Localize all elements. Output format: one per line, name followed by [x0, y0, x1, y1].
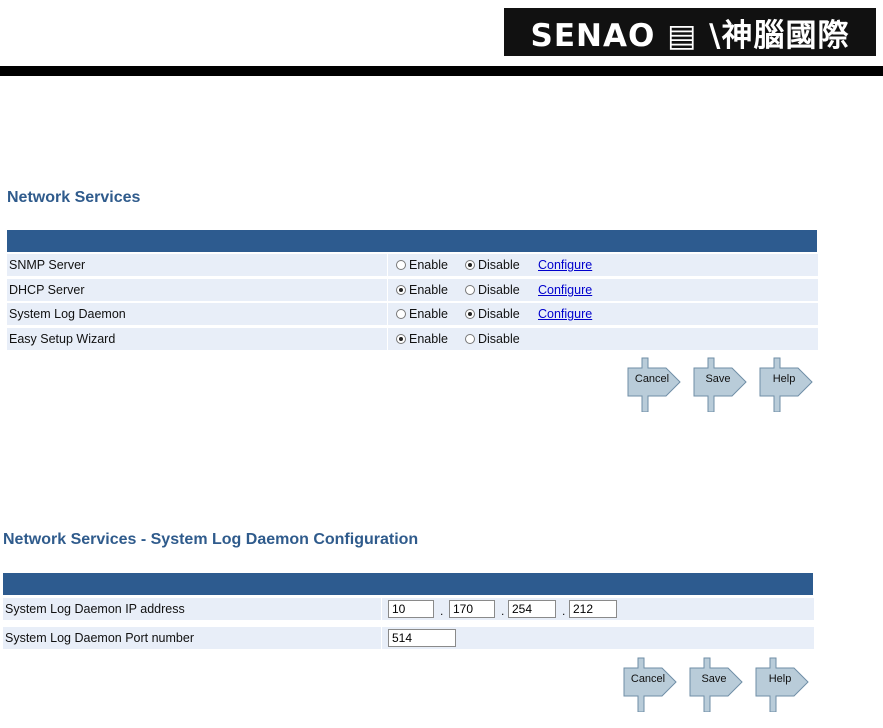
enable-radio-label: Enable	[409, 283, 448, 297]
radio-circle-icon	[396, 285, 406, 295]
enable-radio[interactable]: Enable	[396, 258, 448, 272]
disable-radio-label: Disable	[478, 258, 520, 272]
syslog-port-cell	[381, 627, 814, 649]
configure-link[interactable]: Configure	[538, 283, 592, 297]
service-row-controls: Enable Disable	[387, 328, 818, 350]
enable-radio[interactable]: Enable	[396, 283, 448, 297]
service-row: SNMP Server Enable Disable Configure	[7, 254, 818, 276]
service-row-controls: Enable Disable Configure	[387, 279, 818, 301]
save-button-label: Save	[705, 373, 731, 385]
network-services-header-bar	[7, 230, 817, 252]
cancel-button-label: Cancel	[634, 373, 670, 385]
help-button[interactable]: Help	[756, 356, 814, 412]
syslog-port-label: System Log Daemon Port number	[5, 631, 194, 645]
help-button-label: Help	[768, 673, 792, 685]
service-row: Easy Setup Wizard Enable Disable	[7, 328, 818, 350]
ip-octet-3-input[interactable]	[508, 600, 556, 618]
enable-radio-label: Enable	[409, 332, 448, 346]
radio-circle-icon	[396, 334, 406, 344]
ip-dot-separator: .	[501, 604, 505, 618]
radio-circle-icon	[465, 334, 475, 344]
cancel-button[interactable]: Cancel	[620, 656, 678, 712]
senao-logo: SENAO ▤ \神腦國際	[504, 8, 876, 56]
service-row-label: Easy Setup Wizard	[9, 332, 116, 346]
disable-radio-label: Disable	[478, 283, 520, 297]
disable-radio[interactable]: Disable	[465, 258, 520, 272]
syslog-ip-cell: . . .	[381, 598, 814, 620]
enable-radio-label: Enable	[409, 258, 448, 272]
syslog-config-header-bar	[3, 573, 813, 595]
service-row-label: SNMP Server	[9, 258, 86, 272]
enable-radio[interactable]: Enable	[396, 332, 448, 346]
page-title-network-services: Network Services	[7, 189, 141, 206]
configure-link[interactable]: Configure	[538, 307, 592, 321]
page-title-syslog-config: Network Services - System Log Daemon Con…	[3, 531, 419, 548]
cancel-button[interactable]: Cancel	[624, 356, 682, 412]
radio-circle-icon	[465, 285, 475, 295]
radio-circle-icon	[396, 309, 406, 319]
radio-circle-icon	[465, 309, 475, 319]
cancel-button-label: Cancel	[630, 673, 666, 685]
syslog-port-row: System Log Daemon Port number	[3, 627, 814, 649]
top-divider-bar	[0, 66, 883, 76]
save-button-label: Save	[701, 673, 727, 685]
service-row: DHCP Server Enable Disable Configure	[7, 279, 818, 301]
service-row-label: DHCP Server	[9, 283, 85, 297]
ip-dot-separator: .	[562, 604, 566, 618]
brand-cn-text: 神腦國際	[721, 17, 850, 54]
syslog-ip-label: System Log Daemon IP address	[5, 602, 185, 616]
ip-octet-1-input[interactable]	[388, 600, 434, 618]
disable-radio-label: Disable	[478, 307, 520, 321]
save-button[interactable]: Save	[686, 656, 744, 712]
disable-radio[interactable]: Disable	[465, 283, 520, 297]
disable-radio[interactable]: Disable	[465, 332, 520, 346]
disable-radio[interactable]: Disable	[465, 307, 520, 321]
save-button[interactable]: Save	[690, 356, 748, 412]
service-row-controls: Enable Disable Configure	[387, 303, 818, 325]
enable-radio[interactable]: Enable	[396, 307, 448, 321]
service-row-label: System Log Daemon	[9, 307, 126, 321]
service-row: System Log Daemon Enable Disable Configure	[7, 303, 818, 325]
help-button-label: Help	[772, 373, 796, 385]
brand-text: SENAO	[530, 17, 656, 54]
configure-link[interactable]: Configure	[538, 258, 592, 272]
disable-radio-label: Disable	[478, 332, 520, 346]
syslog-port-input[interactable]	[388, 629, 456, 647]
radio-circle-icon	[465, 260, 475, 270]
ip-octet-4-input[interactable]	[569, 600, 617, 618]
ip-octet-2-input[interactable]	[449, 600, 495, 618]
enable-radio-label: Enable	[409, 307, 448, 321]
ip-dot-separator: .	[440, 604, 444, 618]
radio-circle-icon	[396, 260, 406, 270]
help-button[interactable]: Help	[752, 656, 810, 712]
service-row-controls: Enable Disable Configure	[387, 254, 818, 276]
syslog-ip-row: System Log Daemon IP address . . .	[3, 598, 814, 620]
